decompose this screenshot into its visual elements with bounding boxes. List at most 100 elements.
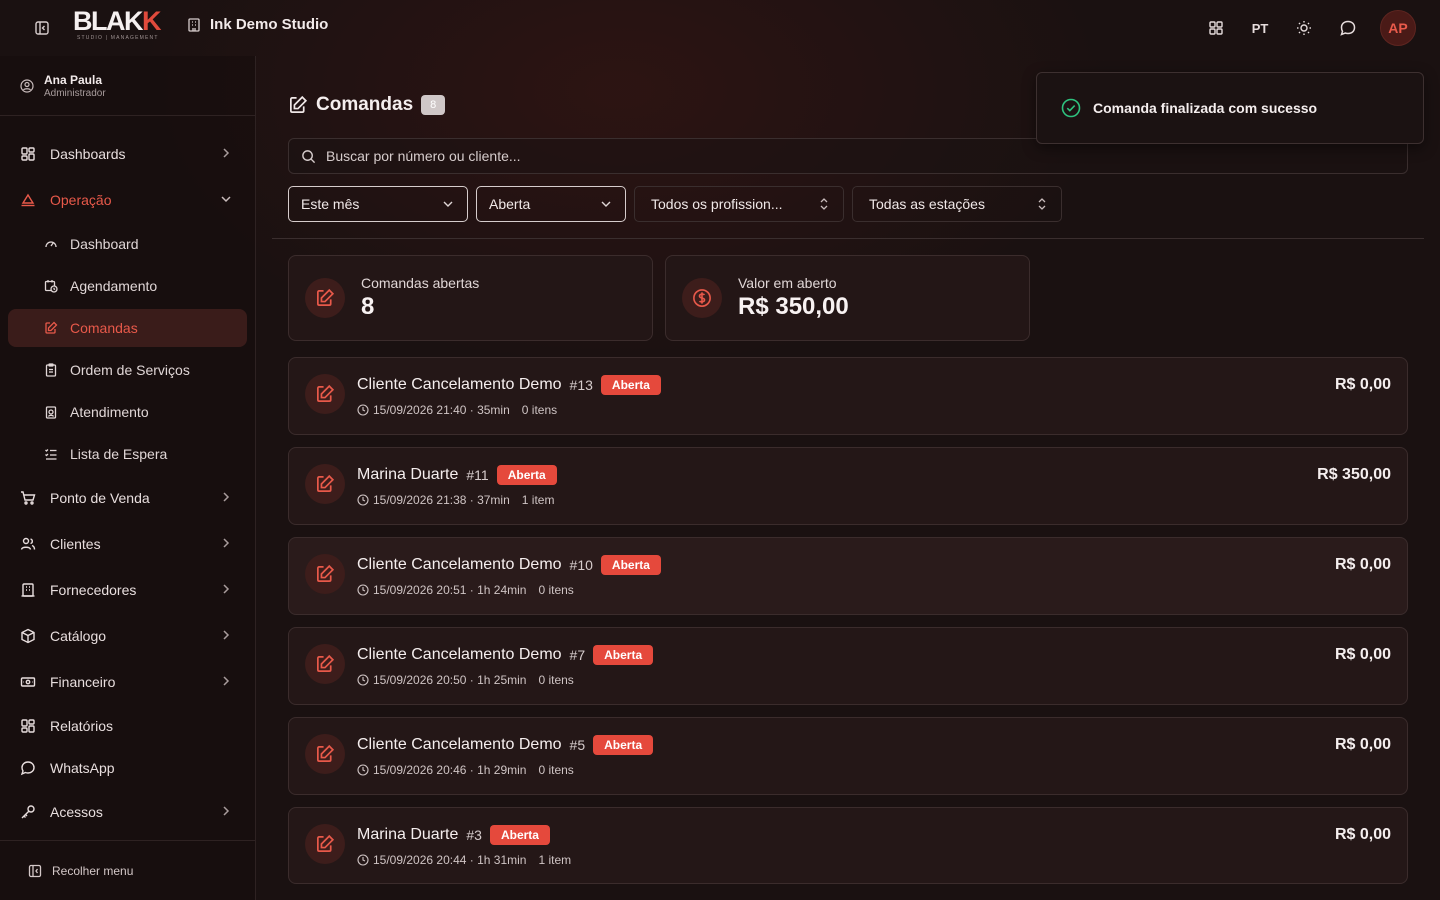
chevron-right-icon	[219, 582, 233, 596]
sidebar-sub-agendamento[interactable]: Agendamento	[8, 267, 247, 305]
status-filter[interactable]: Aberta	[476, 186, 626, 222]
panel-left-icon	[28, 864, 42, 878]
building-icon	[20, 582, 36, 598]
collapse-menu-button[interactable]: Recolher menu	[0, 840, 255, 900]
order-items: 0 itens	[538, 763, 574, 777]
sidebar: Ana Paula Administrador Dashboards Opera…	[0, 56, 256, 900]
order-client: Cliente Cancelamento Demo	[357, 376, 562, 393]
order-items: 1 item	[521, 493, 555, 507]
edit-note-icon	[305, 734, 345, 774]
sidebar-sub-espera[interactable]: Lista de Espera	[8, 435, 247, 473]
sidebar-toggle-icon[interactable]	[30, 16, 54, 40]
sidebar-sub-comandas[interactable]: Comandas	[8, 309, 247, 347]
edit-note-icon	[305, 374, 345, 414]
clock-icon	[357, 854, 369, 866]
success-toast[interactable]: Comanda finalizada com sucesso	[1036, 72, 1424, 144]
studio-name: Ink Demo Studio	[210, 16, 329, 33]
status-badge: Aberta	[496, 465, 557, 485]
edit-note-icon	[305, 464, 345, 504]
status-badge: Aberta	[489, 825, 550, 845]
calendar-clock-icon	[44, 279, 58, 293]
sidebar-item-catalogo[interactable]: Catálogo	[8, 617, 247, 655]
order-time: 15/09/2026 21:38 · 37min	[373, 493, 510, 507]
brand-logo[interactable]: BLAKK STUDIO | MANAGEMENT	[73, 8, 165, 44]
divider	[272, 238, 1424, 239]
stat-label: Valor em aberto	[738, 275, 837, 291]
stat-value: R$ 350,00	[738, 293, 849, 320]
sidebar-item-relatorios[interactable]: Relatórios	[8, 707, 247, 745]
apps-grid-icon[interactable]	[1194, 8, 1238, 48]
status-badge: Aberta	[600, 555, 661, 575]
clock-icon	[357, 494, 369, 506]
studio-selector[interactable]: Ink Demo Studio	[186, 16, 328, 33]
order-card[interactable]: Cliente Cancelamento Demo #7 Aberta 15/0…	[288, 627, 1408, 705]
order-card[interactable]: Cliente Cancelamento Demo #10 Aberta 15/…	[288, 537, 1408, 615]
service-clipboard-icon	[44, 405, 58, 419]
status-badge: Aberta	[593, 645, 654, 665]
search-icon	[301, 149, 316, 164]
clipboard-icon	[44, 363, 58, 377]
stat-value: 8	[361, 293, 375, 320]
checklist-icon	[44, 447, 58, 461]
topbar: BLAKK STUDIO | MANAGEMENT Ink Demo Studi…	[0, 0, 1440, 56]
search-input[interactable]	[326, 148, 1226, 164]
clock-icon	[357, 404, 369, 416]
chevron-right-icon	[219, 536, 233, 550]
order-items: 0 itens	[521, 403, 558, 417]
check-circle-icon	[1061, 98, 1081, 118]
chevron-right-icon	[219, 146, 233, 160]
dashboard-grid-icon	[20, 146, 36, 162]
order-price: R$ 0,00	[1334, 826, 1391, 843]
edit-note-icon	[305, 644, 345, 684]
order-number: #7	[569, 647, 586, 663]
sidebar-item-acessos[interactable]: Acessos	[8, 793, 247, 831]
order-number: #5	[569, 737, 586, 753]
user-circle-icon	[20, 78, 34, 93]
chevron-down-icon	[441, 197, 455, 211]
sidebar-item-clientes[interactable]: Clientes	[8, 525, 247, 563]
language-button[interactable]: PT	[1238, 8, 1282, 48]
sidebar-item-pdv[interactable]: Ponto de Venda	[8, 479, 247, 517]
chevron-updown-icon	[1035, 197, 1049, 211]
chat-icon[interactable]	[1326, 8, 1370, 48]
stat-open-amount: Valor em aberto R$ 350,00	[665, 255, 1030, 341]
sidebar-item-financeiro[interactable]: Financeiro	[8, 663, 247, 701]
sidebar-sub-atendimento[interactable]: Atendimento	[8, 393, 247, 431]
order-client: Cliente Cancelamento Demo	[357, 646, 562, 663]
sun-icon[interactable]	[1282, 8, 1326, 48]
order-time: 15/09/2026 20:44 · 1h 31min	[373, 853, 527, 867]
order-time: 15/09/2026 20:50 · 1h 25min	[373, 673, 527, 687]
avatar[interactable]: AP	[1380, 10, 1416, 46]
chevron-updown-icon	[817, 197, 831, 211]
sidebar-item-whatsapp[interactable]: WhatsApp	[8, 749, 247, 787]
order-items: 0 itens	[538, 673, 574, 687]
sidebar-sub-ordem[interactable]: Ordem de Serviços	[8, 351, 247, 389]
edit-note-icon	[305, 824, 345, 864]
period-filter[interactable]: Este mês	[288, 186, 468, 222]
chevron-right-icon	[219, 804, 233, 818]
order-card[interactable]: Cliente Cancelamento Demo #13 Aberta 15/…	[288, 357, 1408, 435]
sidebar-item-operacao[interactable]: Operação	[8, 181, 247, 219]
order-time: 15/09/2026 21:40 · 35min	[373, 403, 510, 417]
edit-note-icon	[288, 95, 308, 115]
order-card[interactable]: Marina Duarte #11 Aberta 15/09/2026 21:3…	[288, 447, 1408, 525]
edit-note-icon	[305, 278, 345, 318]
banknote-icon	[20, 674, 36, 690]
sidebar-sub-dashboard[interactable]: Dashboard	[8, 225, 247, 263]
professionals-filter[interactable]: Todos os profission...	[634, 186, 844, 222]
chevron-right-icon	[219, 674, 233, 688]
sidebar-item-dashboards[interactable]: Dashboards	[8, 135, 247, 173]
order-price: R$ 0,00	[1334, 376, 1391, 393]
stations-filter[interactable]: Todas as estações	[852, 186, 1062, 222]
order-card[interactable]: Cliente Cancelamento Demo #5 Aberta 15/0…	[288, 717, 1408, 795]
chevron-right-icon	[219, 490, 233, 504]
order-client: Marina Duarte	[357, 826, 459, 843]
order-card[interactable]: Marina Duarte #3 Aberta 15/09/2026 20:44…	[288, 807, 1408, 884]
user-profile[interactable]: Ana Paula Administrador	[0, 56, 255, 116]
user-name: Ana Paula	[44, 72, 103, 87]
order-time: 15/09/2026 20:46 · 1h 29min	[373, 763, 527, 777]
order-price: R$ 0,00	[1334, 646, 1391, 663]
sidebar-item-fornecedores[interactable]: Fornecedores	[8, 571, 247, 609]
edit-note-icon	[305, 554, 345, 594]
order-price: R$ 0,00	[1334, 736, 1391, 753]
